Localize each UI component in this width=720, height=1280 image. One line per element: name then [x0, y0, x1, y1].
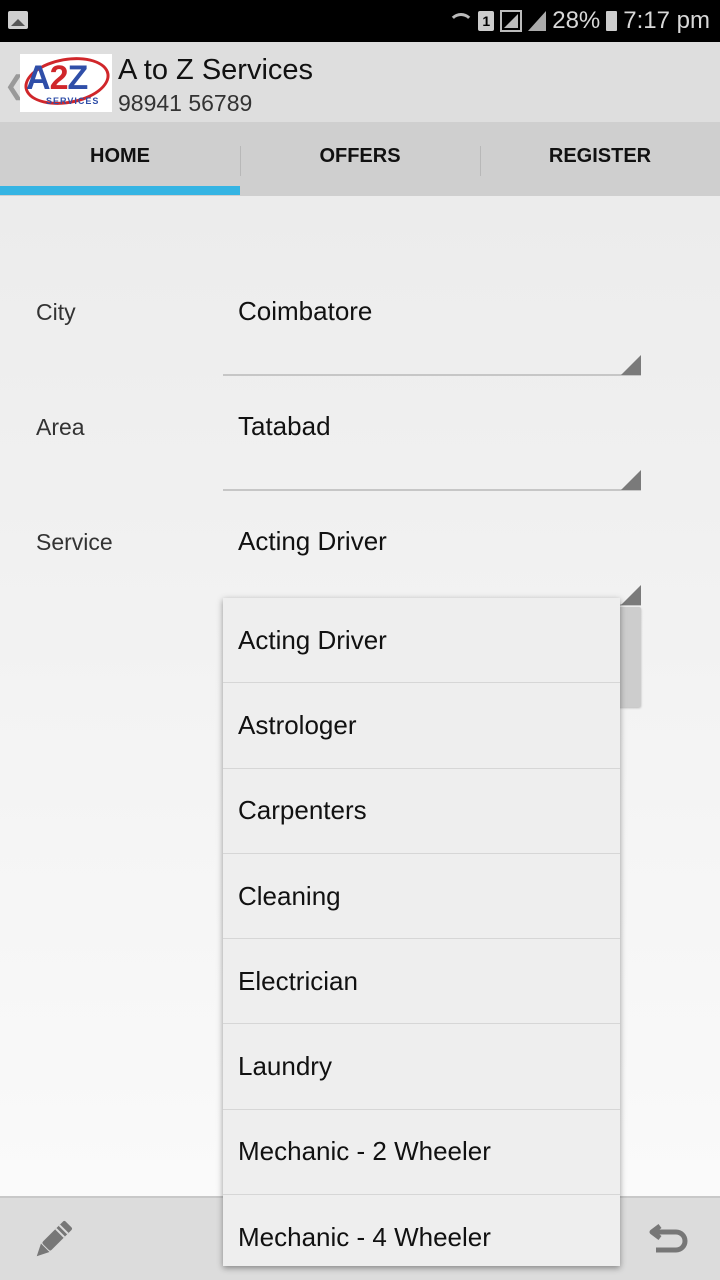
- dropdown-option[interactable]: Astrologer: [223, 683, 620, 769]
- status-icons: 1 28% 7:17 pm: [446, 6, 710, 36]
- city-row: City Coimbatore: [0, 296, 720, 386]
- tab-register[interactable]: REGISTER: [480, 122, 720, 196]
- area-underline: [223, 489, 641, 491]
- area-value: Tatabad: [238, 411, 331, 441]
- app-title: A to Z Services: [118, 54, 314, 86]
- tab-bar: HOME OFFERS REGISTER: [0, 122, 720, 196]
- city-value: Coimbatore: [238, 296, 373, 326]
- service-label: Service: [36, 529, 113, 555]
- area-row: Area Tatabad: [0, 411, 720, 501]
- dropdown-option[interactable]: Acting Driver: [223, 598, 620, 684]
- dropdown-option[interactable]: Laundry: [223, 1024, 620, 1110]
- service-dropdown-list: Acting Driver Astrologer Carpenters Clea…: [223, 598, 620, 1266]
- gallery-icon: [8, 11, 28, 29]
- dropdown-arrow-icon: [621, 585, 641, 605]
- app-header: ❮ A2Z SERVICES A to Z Services 98941 567…: [0, 42, 720, 122]
- tab-home[interactable]: HOME: [0, 122, 240, 196]
- service-value: Acting Driver: [238, 526, 387, 556]
- signal-icon: [528, 11, 547, 31]
- undo-icon[interactable]: [646, 1218, 692, 1258]
- sim-icon: 1: [478, 11, 495, 31]
- logo-subtext: SERVICES: [46, 96, 100, 106]
- city-label: City: [36, 299, 76, 325]
- logo-text: A2Z: [26, 59, 88, 97]
- city-spinner[interactable]: Coimbatore: [223, 296, 641, 376]
- signal-box-icon: [500, 10, 523, 32]
- dropdown-option[interactable]: Cleaning: [223, 854, 620, 940]
- dropdown-option[interactable]: Electrician: [223, 939, 620, 1025]
- battery-percent: 28%: [552, 7, 601, 34]
- app-phone: 98941 56789: [118, 90, 253, 116]
- app-logo[interactable]: A2Z SERVICES: [20, 54, 112, 112]
- active-tab-indicator: [0, 186, 240, 195]
- service-spinner[interactable]: Acting Driver: [223, 526, 641, 606]
- wifi-icon: [446, 11, 475, 31]
- city-underline: [223, 374, 641, 376]
- dropdown-option[interactable]: Mechanic - 4 Wheeler: [223, 1195, 620, 1266]
- dropdown-option[interactable]: Carpenters: [223, 769, 620, 854]
- dropdown-arrow-icon: [621, 355, 641, 375]
- status-bar: 1 28% 7:17 pm: [0, 0, 720, 42]
- area-label: Area: [36, 414, 85, 440]
- clock: 7:17 pm: [623, 7, 710, 34]
- pencil-icon[interactable]: [28, 1216, 78, 1264]
- dropdown-option[interactable]: Mechanic - 2 Wheeler: [223, 1110, 620, 1196]
- dropdown-arrow-icon: [621, 470, 641, 490]
- area-spinner[interactable]: Tatabad: [223, 411, 641, 491]
- battery-icon: [606, 11, 618, 31]
- tab-offers[interactable]: OFFERS: [240, 122, 480, 196]
